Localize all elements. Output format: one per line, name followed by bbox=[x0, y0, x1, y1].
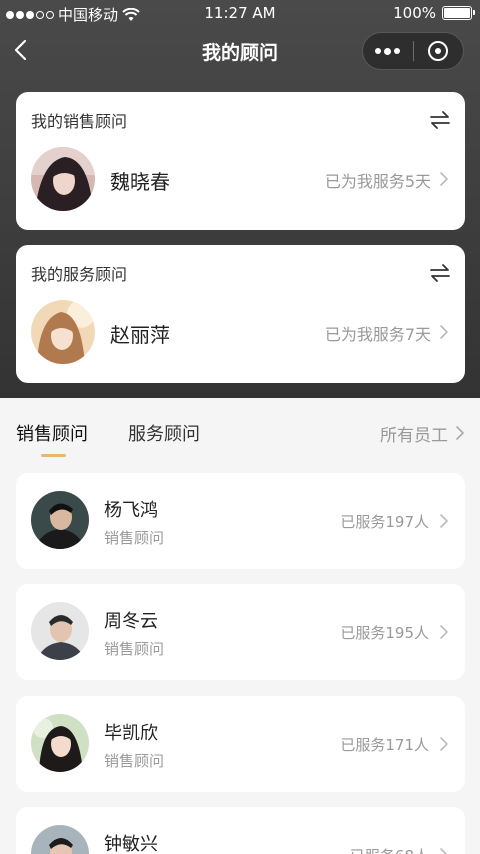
chevron-right-icon bbox=[440, 514, 448, 528]
close-circle-icon[interactable] bbox=[413, 33, 463, 69]
advisor-name: 毕凯欣 bbox=[104, 723, 158, 744]
list-item[interactable]: 毕凯欣 销售顾问 已服务171人 bbox=[16, 696, 465, 792]
advisor-served-count: 已服务171人 bbox=[340, 736, 429, 754]
status-bar: 中国移动 11:27 AM 100% bbox=[0, 0, 480, 26]
chevron-right-icon[interactable] bbox=[455, 425, 465, 441]
advisor-served-count: 已服务68人 bbox=[350, 845, 429, 854]
avatar bbox=[31, 147, 95, 211]
nav-bar: 我的顾问 bbox=[0, 26, 480, 76]
avatar bbox=[31, 491, 89, 549]
list-item[interactable]: 钟敏兴 已服务68人 bbox=[16, 807, 465, 854]
status-right: 100% bbox=[393, 4, 475, 22]
tab-sales-advisor[interactable]: 销售顾问 bbox=[16, 420, 88, 446]
advisor-role: 销售顾问 bbox=[104, 640, 165, 658]
chevron-right-icon bbox=[440, 325, 448, 339]
list-item[interactable]: 杨飞鸿 销售顾问 已服务197人 bbox=[16, 473, 465, 569]
service-advisor-card[interactable]: 我的服务顾问 赵丽萍 已为我服务7天 bbox=[16, 245, 465, 383]
advisor-role: 销售顾问 bbox=[104, 529, 165, 547]
service-advisor-card-title: 我的服务顾问 bbox=[31, 265, 128, 284]
service-advisor-service-days: 已为我服务7天 bbox=[324, 325, 431, 344]
tab-service-advisor[interactable]: 服务顾问 bbox=[128, 420, 200, 446]
advisor-name: 周冬云 bbox=[104, 611, 158, 632]
sales-advisor-card-title: 我的销售顾问 bbox=[31, 112, 128, 131]
advisor-role: 销售顾问 bbox=[104, 752, 165, 770]
sales-advisor-card[interactable]: 我的销售顾问 魏晓春 已为我服务5天 bbox=[16, 92, 465, 230]
avatar bbox=[31, 602, 89, 660]
list-item[interactable]: 周冬云 销售顾问 已服务195人 bbox=[16, 584, 465, 680]
advisor-served-count: 已服务195人 bbox=[340, 624, 429, 642]
sales-advisor-service-days: 已为我服务5天 bbox=[324, 172, 431, 191]
service-advisor-name: 赵丽萍 bbox=[110, 323, 170, 347]
advisor-name: 杨飞鸿 bbox=[104, 500, 158, 521]
avatar bbox=[31, 300, 95, 364]
active-tab-indicator bbox=[41, 454, 66, 457]
advisor-tabs: 销售顾问 服务顾问 所有员工 bbox=[0, 398, 480, 462]
advisor-name: 钟敏兴 bbox=[104, 834, 158, 854]
battery-icon bbox=[442, 6, 475, 20]
chevron-right-icon bbox=[440, 737, 448, 751]
swap-arrows-icon[interactable] bbox=[429, 263, 451, 283]
chevron-right-icon bbox=[440, 172, 448, 186]
more-menu-icon[interactable] bbox=[363, 33, 413, 69]
sales-advisor-name: 魏晓春 bbox=[110, 170, 170, 194]
avatar bbox=[31, 714, 89, 772]
mini-program-capsule bbox=[362, 32, 464, 70]
advisor-served-count: 已服务197人 bbox=[340, 513, 429, 531]
chevron-right-icon bbox=[440, 625, 448, 639]
all-employees-link[interactable]: 所有员工 bbox=[380, 421, 448, 446]
avatar bbox=[31, 825, 89, 854]
swap-arrows-icon[interactable] bbox=[429, 110, 451, 130]
battery-percent: 100% bbox=[393, 4, 436, 22]
chevron-right-icon bbox=[440, 848, 448, 854]
